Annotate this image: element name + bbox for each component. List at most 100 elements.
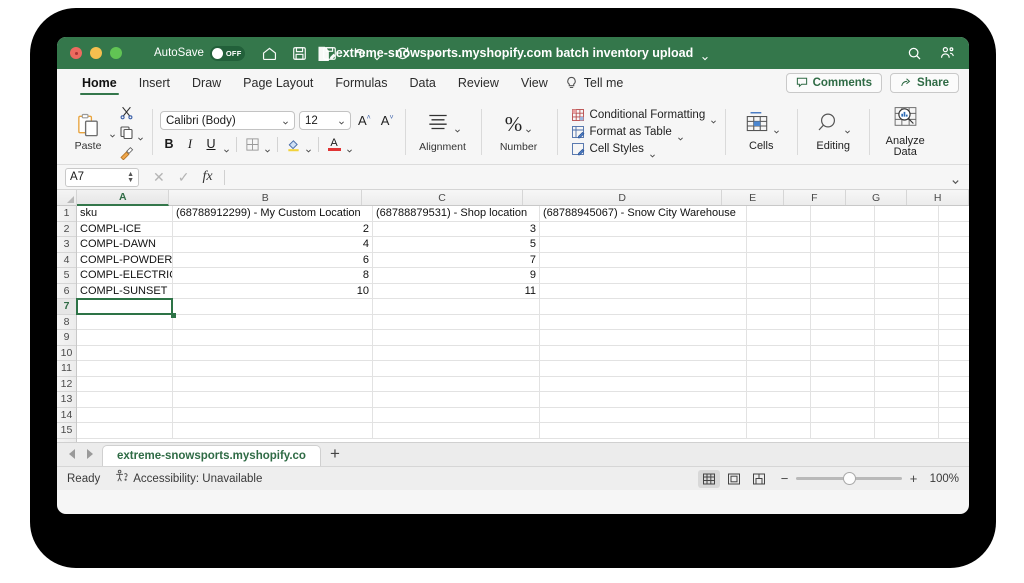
- cell-F10[interactable]: [811, 346, 875, 362]
- cell-B3[interactable]: 4: [173, 237, 373, 253]
- cell-C8[interactable]: [373, 315, 540, 331]
- column-header-d[interactable]: D: [523, 190, 722, 205]
- cell-E10[interactable]: [747, 346, 811, 362]
- cell-B11[interactable]: [173, 361, 373, 377]
- format-as-table-chevron-down-icon[interactable]: [677, 129, 684, 136]
- cell-G8[interactable]: [875, 315, 939, 331]
- row-header-6[interactable]: 6: [57, 284, 76, 300]
- cell-E5[interactable]: [747, 268, 811, 284]
- font-color-icon[interactable]: A: [325, 135, 343, 153]
- accessibility-status[interactable]: Accessibility: Unavailable: [114, 469, 262, 488]
- previous-sheet-icon[interactable]: [69, 449, 75, 459]
- cell-styles-button[interactable]: Cell Styles: [571, 142, 718, 156]
- search-icon[interactable]: [906, 45, 923, 62]
- cell-A1[interactable]: sku: [77, 206, 173, 222]
- cell-G6[interactable]: [875, 284, 939, 300]
- cell-D13[interactable]: [540, 392, 747, 408]
- cell-G3[interactable]: [875, 237, 939, 253]
- cell-C15[interactable]: [373, 423, 540, 439]
- cell-H12[interactable]: [939, 377, 969, 393]
- share-users-icon[interactable]: [939, 45, 956, 62]
- number-button[interactable]: % Number: [489, 112, 549, 153]
- cell-H8[interactable]: [939, 315, 969, 331]
- column-header-b[interactable]: B: [169, 190, 362, 205]
- zoom-in-button[interactable]: +: [909, 471, 918, 486]
- analyze-data-button[interactable]: Analyze Data: [877, 106, 933, 159]
- cell-A13[interactable]: [77, 392, 173, 408]
- cell-H5[interactable]: [939, 268, 969, 284]
- name-box[interactable]: A7 ▲▼: [65, 168, 139, 187]
- cell-F3[interactable]: [811, 237, 875, 253]
- tell-me-button[interactable]: Tell me: [559, 76, 624, 91]
- row-header-10[interactable]: 10: [57, 346, 76, 362]
- cell-G2[interactable]: [875, 222, 939, 238]
- cell-F14[interactable]: [811, 408, 875, 424]
- cancel-formula-icon[interactable]: ✕: [153, 169, 165, 186]
- row-header-1[interactable]: 1: [57, 206, 76, 222]
- tab-formulas[interactable]: Formulas: [324, 69, 398, 97]
- format-as-table-button[interactable]: Format as Table: [571, 125, 718, 139]
- row-header-3[interactable]: 3: [57, 237, 76, 253]
- paste-button[interactable]: Paste: [65, 112, 111, 152]
- cell-B8[interactable]: [173, 315, 373, 331]
- row-header-7[interactable]: 7: [57, 299, 76, 315]
- number-chevron-down-icon[interactable]: [525, 121, 532, 128]
- cell-G14[interactable]: [875, 408, 939, 424]
- cell-B1[interactable]: (68788912299) - My Custom Location: [173, 206, 373, 222]
- underline-button[interactable]: U: [202, 135, 220, 153]
- cell-B2[interactable]: 2: [173, 222, 373, 238]
- cell-F2[interactable]: [811, 222, 875, 238]
- cell-A3[interactable]: COMPL-DAWN: [77, 237, 173, 253]
- row-header-11[interactable]: 11: [57, 361, 76, 377]
- cell-H13[interactable]: [939, 392, 969, 408]
- cell-E4[interactable]: [747, 253, 811, 269]
- cell-B7[interactable]: [173, 299, 373, 315]
- tab-review[interactable]: Review: [447, 69, 510, 97]
- cell-styles-chevron-down-icon[interactable]: [649, 146, 656, 153]
- confirm-formula-icon[interactable]: ✓: [178, 169, 190, 186]
- copy-button[interactable]: [119, 123, 144, 141]
- cell-C13[interactable]: [373, 392, 540, 408]
- cell-B9[interactable]: [173, 330, 373, 346]
- cells-chevron-down-icon[interactable]: [773, 122, 780, 129]
- maximize-button[interactable]: [110, 47, 122, 59]
- tab-view[interactable]: View: [510, 69, 559, 97]
- cell-B4[interactable]: 6: [173, 253, 373, 269]
- cell-C4[interactable]: 7: [373, 253, 540, 269]
- cell-F8[interactable]: [811, 315, 875, 331]
- cell-D15[interactable]: [540, 423, 747, 439]
- cell-G11[interactable]: [875, 361, 939, 377]
- editing-chevron-down-icon[interactable]: [844, 122, 851, 129]
- cell-C12[interactable]: [373, 377, 540, 393]
- cell-F7[interactable]: [811, 299, 875, 315]
- cell-D3[interactable]: [540, 237, 747, 253]
- zoom-slider[interactable]: [796, 477, 902, 480]
- borders-icon[interactable]: [243, 135, 261, 153]
- cell-E13[interactable]: [747, 392, 811, 408]
- cell-A2[interactable]: COMPL-ICE: [77, 222, 173, 238]
- cell-E3[interactable]: [747, 237, 811, 253]
- cell-E2[interactable]: [747, 222, 811, 238]
- cell-A12[interactable]: [77, 377, 173, 393]
- row-header-5[interactable]: 5: [57, 268, 76, 284]
- cell-E8[interactable]: [747, 315, 811, 331]
- cell-F5[interactable]: [811, 268, 875, 284]
- cell-A8[interactable]: [77, 315, 173, 331]
- copy-chevron-down-icon[interactable]: [137, 129, 144, 136]
- cell-G5[interactable]: [875, 268, 939, 284]
- cell-C6[interactable]: 11: [373, 284, 540, 300]
- cell-C1[interactable]: (68788879531) - Shop location: [373, 206, 540, 222]
- cell-A7[interactable]: [77, 299, 173, 315]
- cell-G4[interactable]: [875, 253, 939, 269]
- column-header-e[interactable]: E: [722, 190, 784, 205]
- cell-C9[interactable]: [373, 330, 540, 346]
- save-icon[interactable]: [291, 45, 308, 62]
- normal-view-button[interactable]: [698, 470, 720, 488]
- cell-F15[interactable]: [811, 423, 875, 439]
- cell-E6[interactable]: [747, 284, 811, 300]
- cell-E9[interactable]: [747, 330, 811, 346]
- cell-A4[interactable]: COMPL-POWDER: [77, 253, 173, 269]
- cell-G15[interactable]: [875, 423, 939, 439]
- cell-E11[interactable]: [747, 361, 811, 377]
- editing-button[interactable]: Editing: [805, 111, 861, 153]
